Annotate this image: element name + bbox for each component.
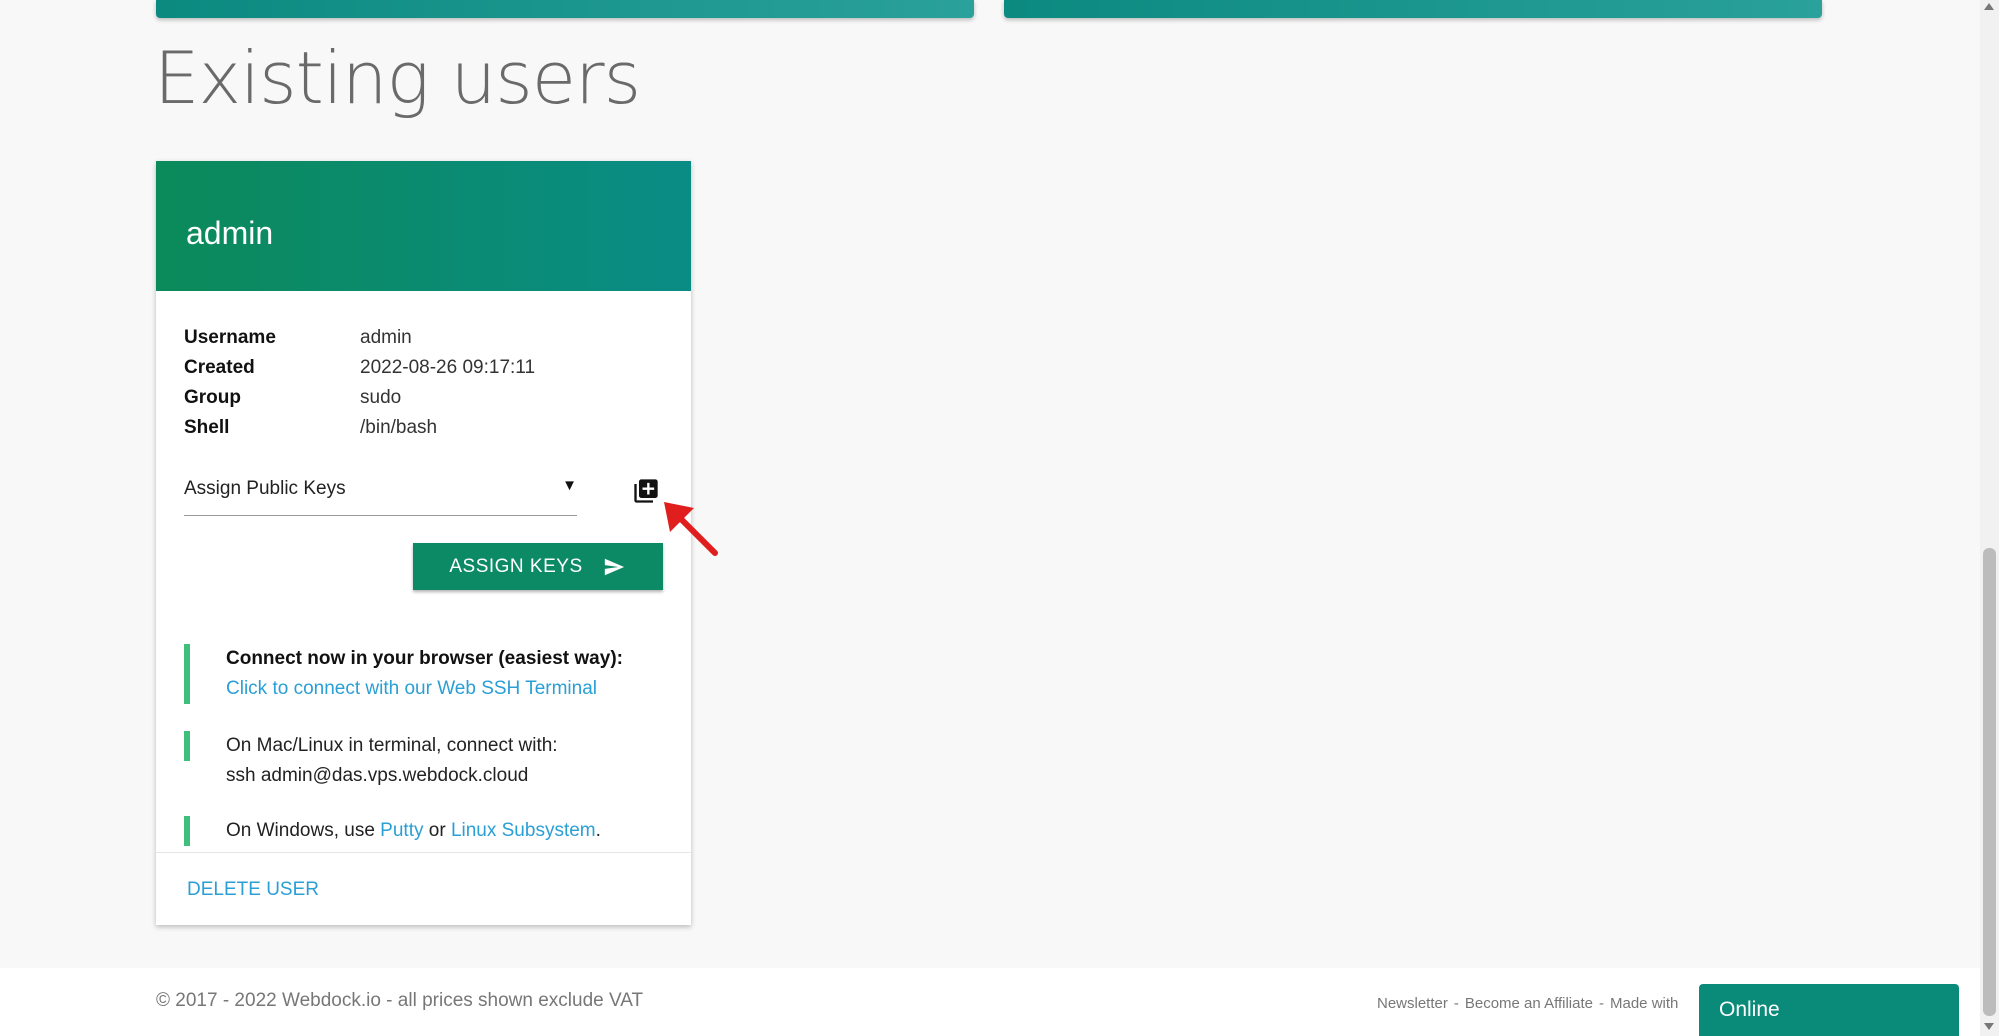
chat-online-tab[interactable]: Online — [1699, 984, 1959, 1036]
chat-online-label: Online — [1719, 998, 1780, 1021]
affiliate-link[interactable]: Become an Affiliate — [1465, 995, 1593, 1012]
page-title: Existing users — [154, 36, 641, 120]
connect-mac-line1: On Mac/Linux in terminal, connect with: — [226, 735, 558, 756]
connect-mac-block: On Mac/Linux in terminal, connect with: … — [184, 731, 558, 786]
connect-mac-line2: ssh admin@das.vps.webdock.cloud — [226, 765, 529, 786]
scroll-up-icon[interactable] — [1984, 3, 1994, 10]
card-header: admin — [156, 161, 691, 291]
scroll-down-icon[interactable] — [1984, 1023, 1994, 1030]
footer-links: Newsletter - Become an Affiliate - Made with — [1377, 995, 1678, 1012]
assign-keys-button[interactable]: ASSIGN KEYS — [413, 543, 663, 590]
connect-browser-block: Connect now in your browser (easiest way… — [184, 644, 623, 704]
connect-windows-prefix: On Windows, use — [226, 820, 381, 841]
info-row-created: Created 2022-08-26 09:17:11 — [184, 353, 535, 383]
connect-windows-suffix: . — [595, 820, 601, 841]
top-card-right-edge — [1004, 0, 1822, 18]
user-info-table: Username admin Created 2022-08-26 09:17:… — [184, 323, 535, 443]
info-value: /bin/bash — [360, 417, 438, 438]
user-card: admin Username admin Created 2022-08-26 … — [156, 161, 691, 925]
caret-down-icon: ▼ — [562, 477, 577, 494]
info-label: Username — [184, 327, 276, 348]
linux-subsystem-link[interactable]: Linux Subsystem — [451, 820, 596, 841]
delete-user-link[interactable]: DELETE USER — [187, 879, 319, 901]
send-icon — [604, 558, 624, 575]
connect-browser-link-row: Click to connect with our Web SSH Termin… — [226, 674, 597, 704]
assign-public-keys-label: Assign Public Keys — [184, 478, 346, 499]
card-title: admin — [186, 215, 274, 251]
card-divider — [156, 852, 691, 853]
web-ssh-terminal-link[interactable]: Click to connect with our Web SSH Termin… — [226, 678, 597, 699]
info-label: Shell — [184, 417, 230, 438]
connect-browser-heading-text: Connect now in your browser (easiest way… — [226, 648, 623, 669]
vertical-scrollbar[interactable] — [1980, 0, 1999, 1036]
info-label: Created — [184, 357, 255, 378]
footer-copyright: © 2017 - 2022 Webdock.io - all prices sh… — [156, 990, 644, 1011]
top-card-left-edge — [156, 0, 974, 18]
info-label: Group — [184, 387, 241, 408]
assign-keys-label: ASSIGN KEYS — [449, 555, 583, 577]
connect-windows-or: or — [423, 820, 451, 841]
connect-browser-heading: Connect now in your browser (easiest way… — [226, 644, 623, 674]
info-row-shell: Shell /bin/bash — [184, 413, 535, 443]
red-arrow-icon — [664, 502, 718, 556]
library-add-icon[interactable] — [632, 477, 660, 505]
putty-link[interactable]: Putty — [380, 820, 423, 841]
connect-windows-block: On Windows, use Putty or Linux Subsystem… — [184, 816, 601, 846]
newsletter-link[interactable]: Newsletter — [1377, 995, 1448, 1012]
info-value: admin — [360, 327, 412, 348]
info-row-username: Username admin — [184, 323, 535, 353]
connect-windows-line: On Windows, use Putty or Linux Subsystem… — [226, 816, 601, 846]
info-row-group: Group sudo — [184, 383, 535, 413]
footer: © 2017 - 2022 Webdock.io - all prices sh… — [0, 968, 1980, 1036]
made-with-text: Made with — [1610, 995, 1679, 1012]
footer-separator: - — [1453, 995, 1459, 1012]
info-value: 2022-08-26 09:17:11 — [360, 357, 536, 378]
footer-separator: - — [1599, 995, 1604, 1012]
scrollbar-thumb[interactable] — [1983, 548, 1996, 1016]
info-value: sudo — [360, 387, 402, 408]
assign-public-keys-select[interactable]: Assign Public Keys ▼ — [184, 465, 577, 516]
